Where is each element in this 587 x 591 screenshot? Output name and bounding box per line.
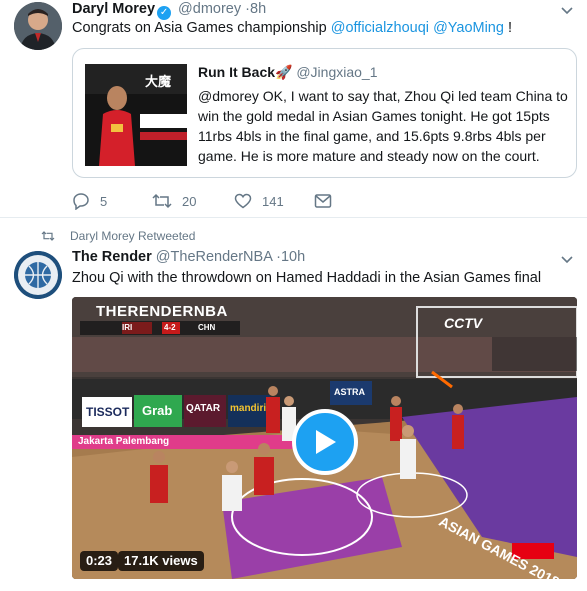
video-duration-badge: 0:23 [80,551,119,571]
quote-author-name[interactable]: Run It Back🚀 [198,64,292,80]
retweet-context-label: Daryl Morey Retweeted [70,229,196,243]
quote-author-handle[interactable]: @Jingxiao_1 [296,64,377,80]
video-views-badge: 17.1K views [118,551,204,571]
tweet-header: The Render @TheRenderNBA ·10h [72,249,305,265]
tweet-daryl-morey[interactable]: Daryl Morey ✓ @dmorey ·8h Congrats on Asi… [0,0,587,218]
quote-text: @dmorey OK, I want to say that, Zhou Qi … [198,88,568,164]
envelope-icon [314,194,332,208]
quote-header: Run It Back🚀 @Jingxiao_1 [198,64,378,81]
retweet-button[interactable]: 20 [152,190,196,212]
score-home: IRI [122,323,133,332]
retweet-icon [152,193,172,209]
arena-banner: Jakarta Palembang [78,436,170,447]
timestamp[interactable]: 10h [281,249,305,265]
reply-count: 5 [100,193,108,209]
reply-icon [73,193,89,210]
score-value: 4-2 [164,323,176,332]
author-handle[interactable]: @dmorey [178,1,241,17]
author-handle[interactable]: @TheRenderNBA [156,249,272,265]
mention-link[interactable]: @YaoMing [433,20,504,36]
chevron-down-icon[interactable] [561,253,573,267]
play-icon [316,430,336,454]
quote-thumbnail-image: 大魔 [85,64,187,166]
like-button[interactable]: 141 [234,190,284,212]
author-name[interactable]: Daryl Morey [72,1,155,17]
ad-board-qatar: QATAR [186,403,221,414]
like-count: 141 [262,193,284,209]
author-name[interactable]: The Render [72,249,152,265]
ad-board-tissot: TISSOT [86,405,130,419]
direct-message-button[interactable] [314,190,342,212]
ad-board-astra: ASTRA [334,387,365,397]
play-button[interactable] [292,409,358,475]
score-away: CHN [198,323,216,332]
tweet-actions: 5 20 141 [72,190,372,212]
tweet-text: Zhou Qi with the throwdown on Hamed Hadd… [72,270,542,286]
ad-board-mandiri: mandiri [230,403,267,414]
video-watermark: THERENDERNBA [96,303,228,320]
tweet-text: Congrats on Asia Games championship @off… [72,18,572,38]
broadcaster-logo: CCTV [444,315,483,331]
avatar[interactable] [14,251,62,299]
mention-link[interactable]: @officialzhouqi [331,20,429,36]
retweet-icon [41,231,55,241]
video-player[interactable]: THERENDERNBA CCTV IRI 4-2 CHN TISSOT Gra… [72,297,577,579]
heart-icon [234,193,252,209]
chevron-down-icon[interactable] [561,4,573,18]
ad-board-grab: Grab [142,403,173,418]
quoted-tweet[interactable]: 大魔 Run It Back🚀 @Jingxiao_1 @dmorey OK, … [72,48,577,178]
reply-button[interactable]: 5 [72,190,107,212]
tweet-text-prefix: Congrats on Asia Games championship [72,20,331,36]
svg-text:大魔: 大魔 [145,74,171,90]
avatar[interactable] [14,2,62,50]
timestamp[interactable]: 8h [250,1,266,17]
retweet-count: 20 [182,193,197,209]
retweet-context[interactable]: Daryl Morey Retweeted [40,229,195,243]
tweet-text-suffix: ! [503,20,512,36]
